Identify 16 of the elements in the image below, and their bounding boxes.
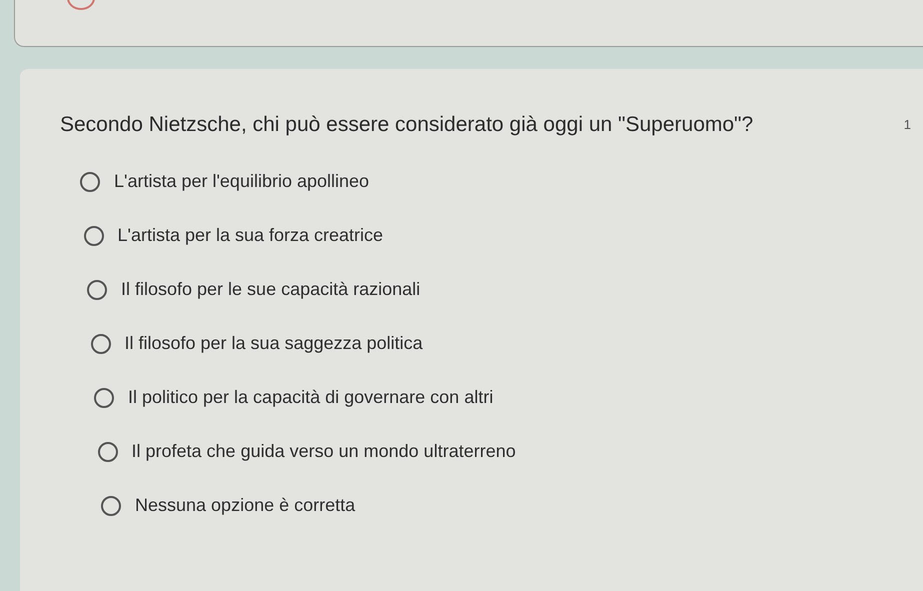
points-label: 1 [904, 117, 911, 132]
question-title: Secondo Nietzsche, chi può essere considerato già oggi un "Superuomo"? [60, 113, 754, 137]
radio-button[interactable] [101, 496, 121, 516]
radio-button[interactable] [90, 334, 110, 354]
radio-button[interactable] [84, 226, 104, 246]
answer-option[interactable]: Il filosofo per la sua saggezza politica [90, 333, 923, 354]
answer-option[interactable]: Il politico per la capacità di governare con altri [94, 387, 923, 408]
answer-option[interactable]: Il filosofo per le sue capacità razionali [87, 279, 923, 300]
answer-option[interactable]: Il profeta che guida verso un mondo ultraterreno [98, 441, 923, 462]
answer-option[interactable]: L'artista per la sua forza creatrice [84, 225, 923, 246]
radio-button[interactable] [94, 388, 114, 408]
radio-button[interactable] [80, 172, 100, 192]
answer-option[interactable]: L'artista per l'equilibrio apollineo [80, 171, 923, 192]
radio-button[interactable] [87, 280, 107, 300]
radio-button[interactable] [98, 442, 118, 462]
answer-option[interactable]: Nessuna opzione è corretta [101, 495, 923, 516]
